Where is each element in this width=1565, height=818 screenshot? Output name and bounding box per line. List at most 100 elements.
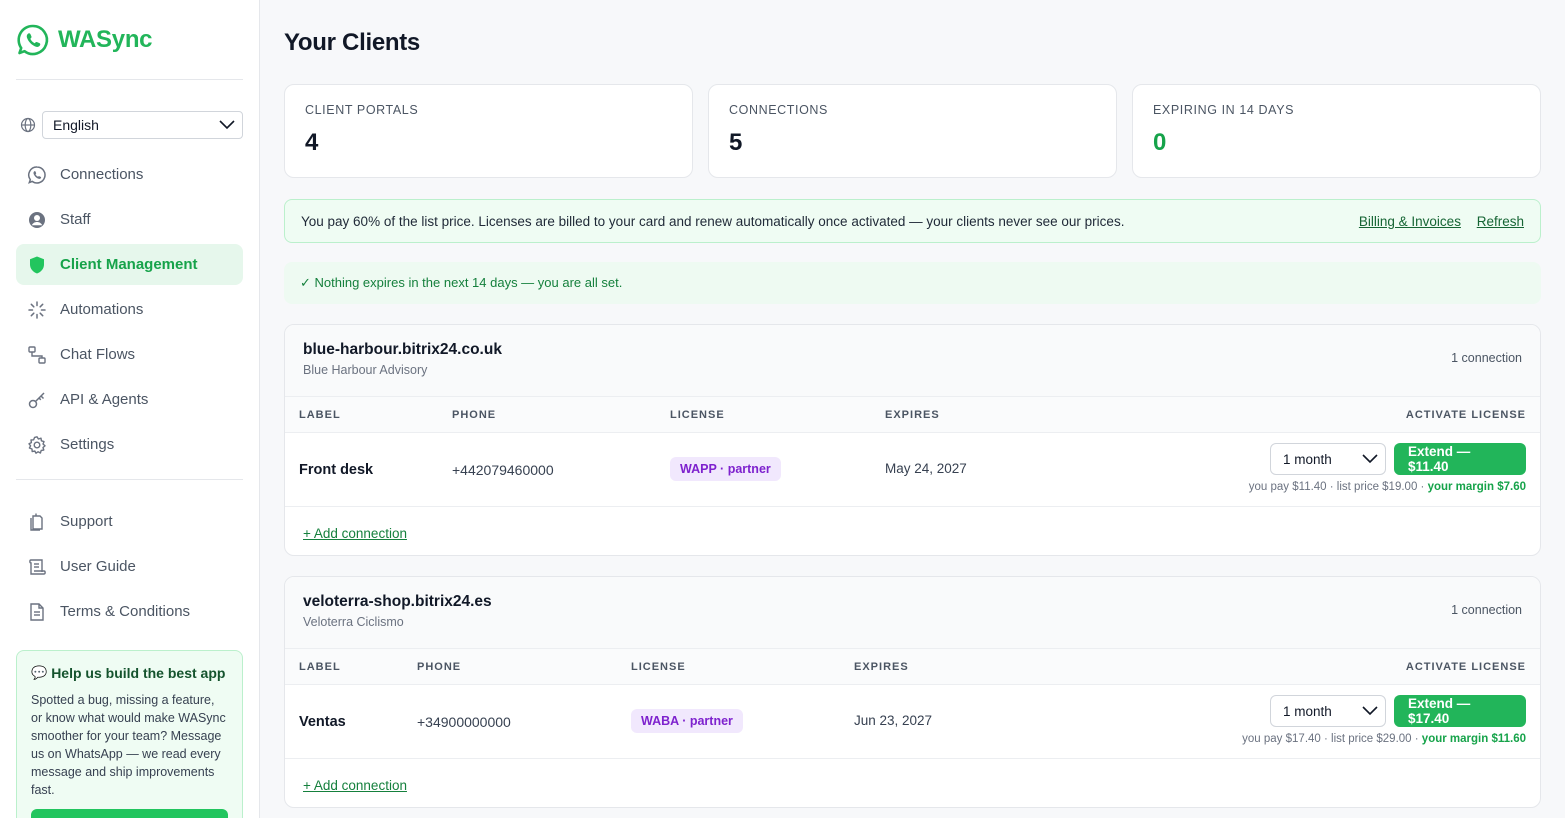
term-selected: 1 month xyxy=(1283,451,1332,467)
term-select[interactable]: 1 month xyxy=(1270,443,1386,475)
add-connection-link[interactable]: + Add connection xyxy=(303,526,407,541)
nav-label: Settings xyxy=(60,436,115,453)
nav-item-user-guide[interactable]: User Guide xyxy=(16,546,243,587)
speech-bubble-icon: 💬 xyxy=(31,665,48,680)
language-selected: English xyxy=(53,117,99,133)
expiry-status-banner: ✓ Nothing expires in the next 14 days — … xyxy=(284,262,1541,304)
whatsapp-icon xyxy=(26,164,48,186)
term-select[interactable]: 1 month xyxy=(1270,695,1386,727)
col-label: LABEL xyxy=(299,409,341,421)
spinner-icon xyxy=(26,299,48,321)
connection-count: 1 connection xyxy=(1451,351,1522,365)
nav-item-terms[interactable]: Terms & Conditions xyxy=(16,591,243,632)
col-license: LICENSE xyxy=(631,661,686,673)
term-selected: 1 month xyxy=(1283,703,1332,719)
flow-icon xyxy=(26,344,48,366)
nav-item-staff[interactable]: Staff xyxy=(16,199,243,240)
nav-label: User Guide xyxy=(60,558,136,575)
connection-phone: +34900000000 xyxy=(417,714,511,730)
col-phone: PHONE xyxy=(452,409,497,421)
page-title: Your Clients xyxy=(284,29,420,56)
portal-header: blue-harbour.bitrix24.co.uk Blue Harbour… xyxy=(285,325,1540,397)
nav-label: Client Management xyxy=(60,256,198,273)
expiry-date: May 24, 2027 xyxy=(885,461,967,476)
stat-label: EXPIRING IN 14 DAYS xyxy=(1153,103,1295,117)
table-header: LABEL PHONE LICENSE EXPIRES ACTIVATE LIC… xyxy=(285,397,1540,433)
main-nav: Connections Staff Client Management Auto… xyxy=(16,154,243,632)
portal-domain: veloterra-shop.bitrix24.es xyxy=(303,593,492,610)
nav-item-connections[interactable]: Connections xyxy=(16,154,243,195)
sidebar: WASync English Connections Staff Client … xyxy=(0,0,260,818)
billing-invoices-link[interactable]: Billing & Invoices xyxy=(1359,214,1461,229)
nav-label: Connections xyxy=(60,166,144,183)
chevron-down-icon xyxy=(1361,702,1379,720)
nav-divider xyxy=(16,479,243,480)
table-row: Front desk +442079460000 WAPP · partner … xyxy=(285,433,1540,507)
nav-label: Terms & Conditions xyxy=(60,603,191,620)
nav-item-chat-flows[interactable]: Chat Flows xyxy=(16,334,243,375)
key-icon xyxy=(26,389,48,411)
connection-label: Front desk xyxy=(299,462,374,478)
feedback-title: 💬 Help us build the best app xyxy=(31,665,228,681)
document-icon xyxy=(26,601,48,623)
col-activate: ACTIVATE LICENSE xyxy=(1405,409,1526,421)
portal-company: Blue Harbour Advisory xyxy=(303,363,428,377)
stat-value: 5 xyxy=(729,129,743,156)
price-you-pay: you pay $11.40 · list price $19.00 · xyxy=(1248,481,1428,493)
stat-label: CLIENT PORTALS xyxy=(305,103,419,117)
nav-item-support[interactable]: Support xyxy=(16,501,243,542)
extend-button[interactable]: Extend — $17.40 xyxy=(1394,695,1526,727)
globe-icon xyxy=(20,117,36,133)
price-you-pay: you pay $17.40 · list price $29.00 · xyxy=(1242,733,1422,745)
language-select[interactable]: English xyxy=(42,111,243,139)
portal-domain: blue-harbour.bitrix24.co.uk xyxy=(303,341,502,358)
connection-phone: +442079460000 xyxy=(452,462,554,478)
stats-row: CLIENT PORTALS 4 CONNECTIONS 5 EXPIRING … xyxy=(284,84,1541,178)
nav-item-api-agents[interactable]: API & Agents xyxy=(16,379,243,420)
stat-value: 0 xyxy=(1153,129,1167,156)
chevron-down-icon xyxy=(218,116,236,134)
col-license: LICENSE xyxy=(670,409,725,421)
brand-name: WASync xyxy=(58,25,153,53)
col-expires: EXPIRES xyxy=(854,661,909,673)
nav-label: Chat Flows xyxy=(60,346,136,363)
stat-connections: CONNECTIONS 5 xyxy=(708,84,1117,178)
stat-label: CONNECTIONS xyxy=(729,103,828,117)
price-breakdown: you pay $11.40 · list price $19.00 · you… xyxy=(1249,481,1526,493)
stat-expiring: EXPIRING IN 14 DAYS 0 xyxy=(1132,84,1541,178)
feedback-title-text: Help us build the best app xyxy=(51,665,226,681)
add-connection-link[interactable]: + Add connection xyxy=(303,778,407,793)
nav-label: API & Agents xyxy=(60,391,149,408)
nav-item-settings[interactable]: Settings xyxy=(16,424,243,465)
refresh-link[interactable]: Refresh xyxy=(1477,214,1524,229)
user-icon xyxy=(26,209,48,231)
nav-label: Support xyxy=(60,513,113,530)
shield-icon xyxy=(26,254,48,276)
feedback-whatsapp-button[interactable] xyxy=(31,809,228,818)
stat-value: 4 xyxy=(305,129,319,156)
notice-text: You pay 60% of the list price. Licenses … xyxy=(301,213,1125,229)
connection-count: 1 connection xyxy=(1451,603,1522,617)
feedback-text: Spotted a bug, missing a feature, or kno… xyxy=(31,693,226,797)
nav-item-automations[interactable]: Automations xyxy=(16,289,243,330)
portal-card: veloterra-shop.bitrix24.es Veloterra Cic… xyxy=(284,576,1541,808)
table-row: Ventas +34900000000 WABA · partner Jun 2… xyxy=(285,685,1540,759)
col-label: LABEL xyxy=(299,661,341,673)
connection-label: Ventas xyxy=(299,714,346,730)
gear-icon xyxy=(26,434,48,456)
stat-client-portals: CLIENT PORTALS 4 xyxy=(284,84,693,178)
feedback-card: 💬 Help us build the best app Spotted a b… xyxy=(16,650,243,818)
brand[interactable]: WASync xyxy=(16,0,243,80)
nav-item-client-management[interactable]: Client Management xyxy=(16,244,243,285)
notice-links: Billing & Invoices Refresh xyxy=(1347,214,1524,229)
price-margin: your margin $7.60 xyxy=(1427,481,1526,493)
col-activate: ACTIVATE LICENSE xyxy=(1405,661,1526,673)
nav-label: Automations xyxy=(60,301,144,318)
license-badge: WABA · partner xyxy=(631,709,743,733)
portal-card: blue-harbour.bitrix24.co.uk Blue Harbour… xyxy=(284,324,1541,556)
price-breakdown: you pay $17.40 · list price $29.00 · you… xyxy=(1242,733,1526,745)
license-badge: WAPP · partner xyxy=(670,457,781,481)
portal-header: veloterra-shop.bitrix24.es Veloterra Cic… xyxy=(285,577,1540,649)
extend-button[interactable]: Extend — $11.40 xyxy=(1394,443,1526,475)
whatsapp-logo-icon xyxy=(16,23,50,57)
